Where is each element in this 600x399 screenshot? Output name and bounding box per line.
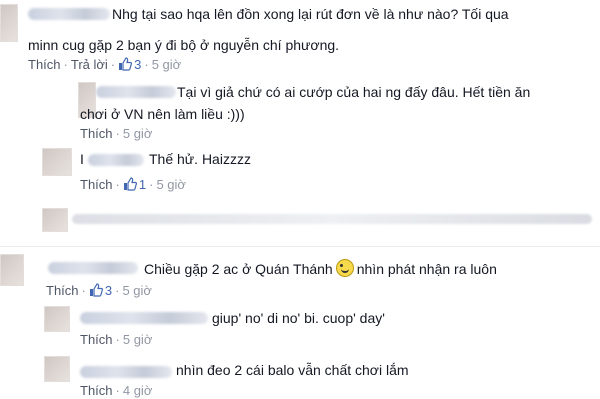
comment-text: Chiều gặp 2 ac ở Quán Thánh nhìn phát nhậ… <box>144 259 497 277</box>
reply-actions: Thích · 1 · 5 giờ <box>80 177 186 192</box>
avatar[interactable] <box>44 356 70 382</box>
reply-actions: Thích · 5 giờ <box>80 126 153 141</box>
like-count[interactable]: 1 <box>123 177 146 192</box>
timestamp[interactable]: 5 giờ <box>123 332 153 347</box>
avatar[interactable] <box>42 208 68 232</box>
reply-actions: Thích · 4 giờ <box>80 383 153 398</box>
like-link[interactable]: Thích <box>80 126 113 141</box>
divider <box>0 246 600 247</box>
reply-link[interactable]: Trả lời <box>71 57 108 72</box>
like-link[interactable]: Thích <box>80 177 113 192</box>
reply-text: Thế hử. Haizzzz <box>149 151 251 167</box>
avatar[interactable] <box>44 306 70 332</box>
reply-prefix: I <box>80 151 84 167</box>
like-count[interactable]: 3 <box>89 283 112 298</box>
thumbs-up-icon <box>123 177 137 191</box>
replier-name[interactable] <box>80 366 172 378</box>
comment-actions: Thích · Trả lời · 3 · 5 giờ <box>28 57 182 72</box>
replier-name[interactable] <box>88 154 144 166</box>
reply-text: giup' no' di no' bi. cuop' day' <box>212 310 385 326</box>
grin-emoji-icon <box>335 259 354 277</box>
reply-text: nhìn đeo 2 cái balo vẫn chất chơi lắm <box>176 362 409 378</box>
like-link[interactable]: Thích <box>46 283 79 298</box>
comment-text-line2: minn cug gặp 2 bạn ý đi bộ ở nguyễn chí … <box>28 37 340 53</box>
avatar[interactable] <box>0 254 24 286</box>
commenter-name[interactable] <box>48 262 138 274</box>
avatar[interactable] <box>0 4 18 42</box>
replier-name[interactable] <box>80 312 208 324</box>
timestamp[interactable]: 5 giờ <box>122 283 152 298</box>
reply-text: Tại vì giả chứ có ai cướp của hai ng đấy… <box>177 84 531 100</box>
thumbs-up-icon <box>89 283 103 297</box>
timestamp[interactable]: 5 giờ <box>123 126 153 141</box>
timestamp[interactable]: 5 giờ <box>156 177 186 192</box>
like-link[interactable]: Thích <box>80 332 113 347</box>
blurred-reply-input[interactable] <box>72 214 592 224</box>
replier-name[interactable] <box>96 86 176 98</box>
thumbs-up-icon <box>119 57 133 71</box>
avatar[interactable] <box>42 148 72 176</box>
commenter-name[interactable] <box>28 8 110 20</box>
comment-actions: Thích · 3 · 5 giờ <box>46 283 152 298</box>
like-count[interactable]: 3 <box>118 57 141 72</box>
reply-text-line2: chơi ở VN nên làm liều :))) <box>80 106 245 122</box>
timestamp[interactable]: 5 giờ <box>152 57 182 72</box>
comment-text: Nhg tại sao hqa lên đồn xong lại rút đơn… <box>112 6 509 22</box>
reply-actions: Thích · 5 giờ <box>80 332 153 347</box>
like-link[interactable]: Thích <box>28 57 61 72</box>
